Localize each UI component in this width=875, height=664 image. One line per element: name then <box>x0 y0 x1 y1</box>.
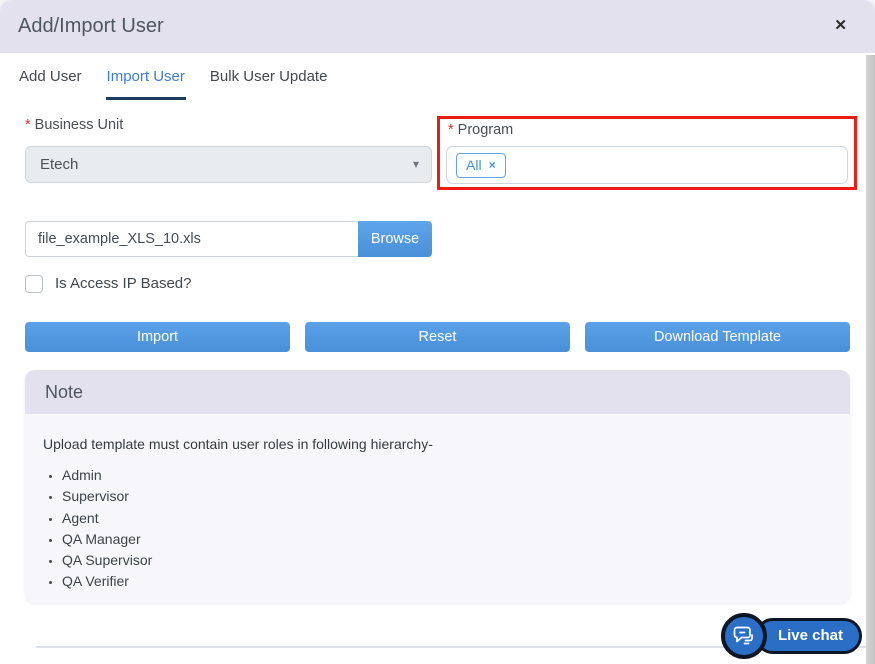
role-hierarchy-list: Admin Supervisor Agent QA Manager QA Sup… <box>25 465 850 593</box>
program-label-text: Program <box>457 122 514 138</box>
required-asterisk: * <box>448 122 454 138</box>
list-item-role: Supervisor <box>62 486 850 507</box>
chat-bubble-icon[interactable] <box>720 613 767 659</box>
list-item-role: Agent <box>62 508 850 529</box>
business-unit-label-text: Business Unit <box>34 117 124 133</box>
business-unit-value: Etech <box>40 156 79 173</box>
chevron-down-icon: ▾ <box>412 157 419 171</box>
tab-bulk-user-update[interactable]: Bulk User Update <box>209 53 329 100</box>
is-access-ip-label: Is Access IP Based? <box>55 275 192 292</box>
program-chip-all: All × <box>456 152 506 178</box>
add-import-user-modal: Add/Import User ✕ Add User Import User B… <box>0 0 875 664</box>
live-chat-button[interactable]: Live chat <box>754 618 862 654</box>
download-template-button[interactable]: Download Template <box>585 322 850 352</box>
tab-import-user[interactable]: Import User <box>105 53 186 100</box>
program-chip-label: All <box>466 156 482 173</box>
action-button-row: Import Reset Download Template <box>25 322 850 352</box>
program-multiselect-input[interactable]: All × <box>446 146 848 184</box>
note-panel-title: Note <box>25 370 850 414</box>
program-label: * Program <box>448 122 513 138</box>
chip-remove-icon[interactable]: × <box>489 158 496 172</box>
business-unit-select[interactable]: Etech ▾ <box>25 146 432 183</box>
note-panel: Note Upload template must contain user r… <box>25 370 850 603</box>
reset-button[interactable]: Reset <box>305 322 570 352</box>
modal-header: Add/Import User ✕ <box>0 0 875 53</box>
import-button[interactable]: Import <box>25 322 290 352</box>
business-unit-label: * Business Unit <box>25 117 123 133</box>
note-intro-text: Upload template must contain user roles … <box>43 436 433 452</box>
browse-button[interactable]: Browse <box>358 221 432 257</box>
tab-bar: Add User Import User Bulk User Update <box>0 53 866 100</box>
close-icon[interactable]: ✕ <box>834 17 847 35</box>
list-item-role: QA Supervisor <box>62 550 850 571</box>
program-field-highlight-box: * Program All × <box>437 116 857 190</box>
chat-bubble-svg <box>733 626 753 645</box>
tab-add-user[interactable]: Add User <box>18 53 83 100</box>
is-access-ip-checkbox[interactable] <box>25 275 43 293</box>
modal-title: Add/Import User <box>18 15 164 37</box>
list-item-role: QA Verifier <box>62 571 850 592</box>
modal-right-shadow <box>866 55 875 664</box>
file-name-input[interactable]: file_example_XLS_10.xls <box>25 221 359 257</box>
list-item-role: QA Manager <box>62 529 850 550</box>
required-asterisk: * <box>25 117 31 133</box>
live-chat-widget[interactable]: Live chat <box>720 613 862 659</box>
list-item-role: Admin <box>62 465 850 486</box>
